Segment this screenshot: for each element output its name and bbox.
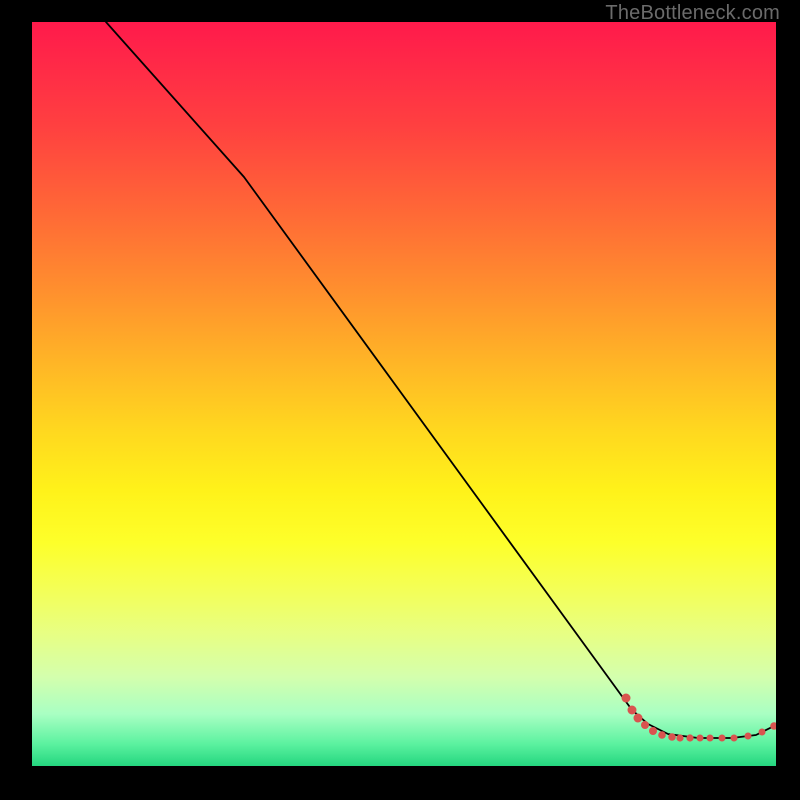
data-point-marker: [668, 733, 676, 741]
data-point-marker: [686, 734, 693, 741]
chart-stage: TheBottleneck.com: [0, 0, 800, 800]
markers-group: [622, 694, 777, 742]
data-point-marker: [759, 729, 766, 736]
data-point-marker: [707, 735, 714, 742]
data-point-marker: [658, 731, 666, 739]
data-point-marker: [634, 714, 643, 723]
data-point-marker: [697, 735, 704, 742]
data-point-marker: [719, 735, 726, 742]
data-point-marker: [745, 733, 752, 740]
chart-svg: [32, 22, 776, 766]
data-point-marker: [622, 694, 631, 703]
data-point-marker: [649, 727, 657, 735]
data-point-marker: [641, 721, 649, 729]
curve-line: [106, 22, 776, 738]
plot-area: [32, 22, 776, 766]
data-point-marker: [628, 706, 637, 715]
data-point-marker: [770, 722, 776, 730]
data-point-marker: [676, 734, 683, 741]
data-point-marker: [731, 735, 738, 742]
